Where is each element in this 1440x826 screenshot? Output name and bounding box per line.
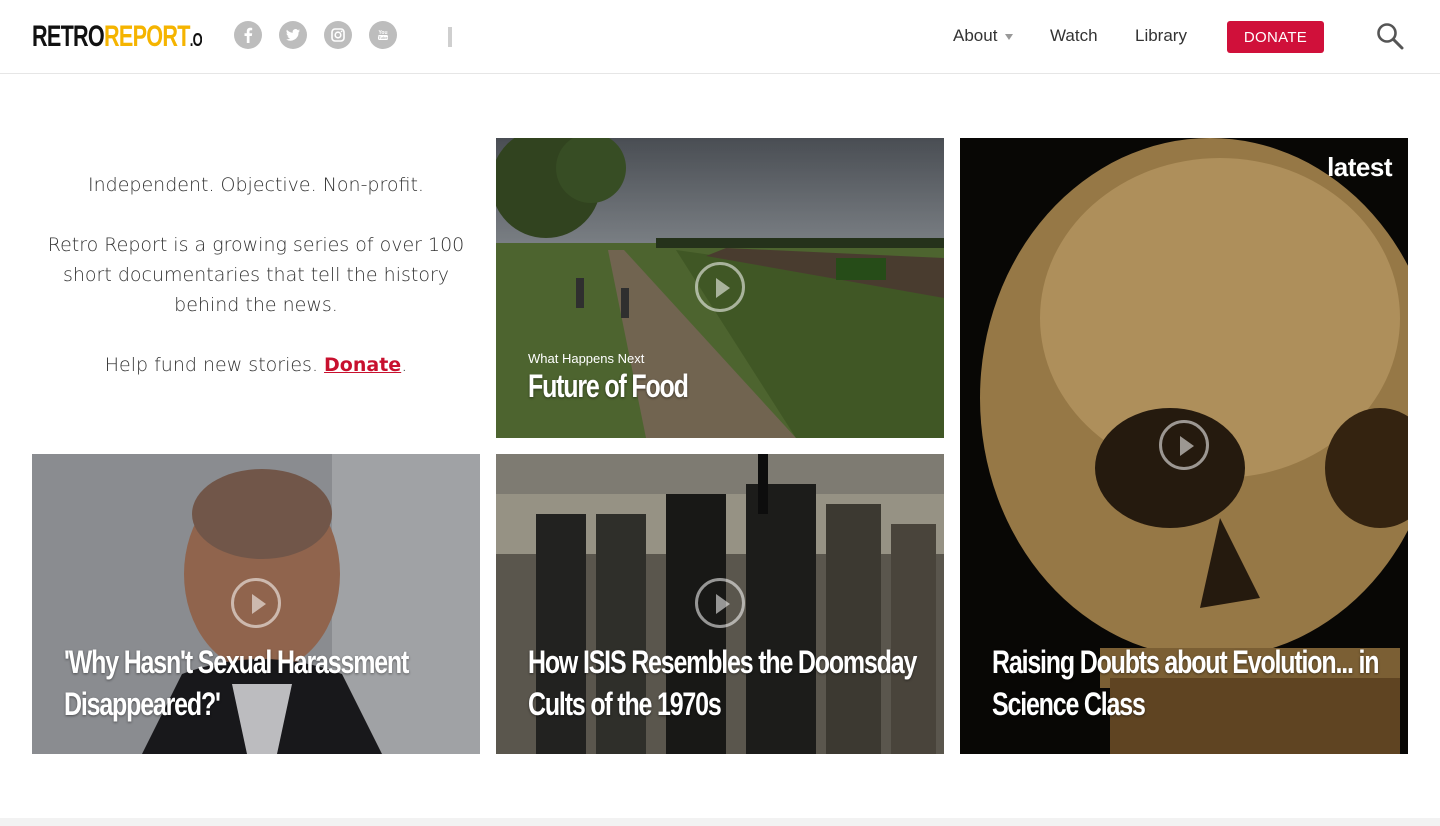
donate-link[interactable]: Donate [324,354,401,376]
header-divider [448,27,452,47]
intro-text: Independent. Objective. Non-profit. Retr… [32,170,480,410]
video-tile-evolution-science-class[interactable]: latest Raising Doubts about Evolution...… [960,138,1408,754]
facebook-icon[interactable] [234,21,262,49]
search-icon[interactable] [1374,20,1406,52]
latest-badge: latest [1327,152,1392,182]
tile-title: Future of Food [528,368,689,404]
play-icon[interactable] [1159,420,1209,470]
chevron-down-icon [1005,33,1014,40]
help-fund-line: Help fund new stories. Donate. [32,350,480,380]
video-tile-sexual-harassment[interactable]: 'Why Hasn't Sexual Harassment Disappeare… [32,454,480,754]
donate-button[interactable]: DONATE [1227,21,1324,53]
help-prefix: Help fund new stories. [104,354,325,376]
intro-description: Retro Report is a growing series of over… [47,234,465,316]
nav-library[interactable]: Library [1135,26,1187,46]
svg-text:Tube: Tube [378,35,388,40]
logo-report: REPORT [104,20,190,53]
site-logo[interactable]: RETROREPORT.ORG [32,20,202,54]
play-icon[interactable] [231,578,281,628]
social-links: You Tube [234,21,397,49]
help-suffix: . [401,354,408,376]
play-icon[interactable] [695,262,745,312]
video-tile-future-of-food[interactable]: What Happens Next Future of Food [496,138,944,438]
tile-title: Raising Doubts about Evolution... in Sci… [992,644,1380,722]
tile-kicker: What Happens Next [528,351,645,366]
nav-about-label: About [953,26,998,45]
site-header: RETROREPORT.ORG YouTube About Watch Libr… [0,0,1440,74]
play-icon[interactable] [695,578,745,628]
twitter-icon[interactable] [279,21,307,49]
tile-title: 'Why Hasn't Sexual Harassment Disappeare… [64,644,409,722]
logo-retro: RETRO [32,20,105,53]
instagram-icon[interactable] [324,21,352,49]
video-tile-isis-doomsday-cults[interactable]: How ISIS Resembles the Doomsday Cults of… [496,454,944,754]
tile-title: How ISIS Resembles the Doomsday Cults of… [528,644,917,722]
tagline: Independent. Objective. Non-profit. [88,174,424,196]
footer-strip [0,818,1440,826]
nav-about[interactable]: About [953,26,1014,46]
youtube-icon[interactable]: You Tube [369,21,397,49]
logo-org: .ORG [189,30,202,50]
nav-watch[interactable]: Watch [1050,26,1098,46]
